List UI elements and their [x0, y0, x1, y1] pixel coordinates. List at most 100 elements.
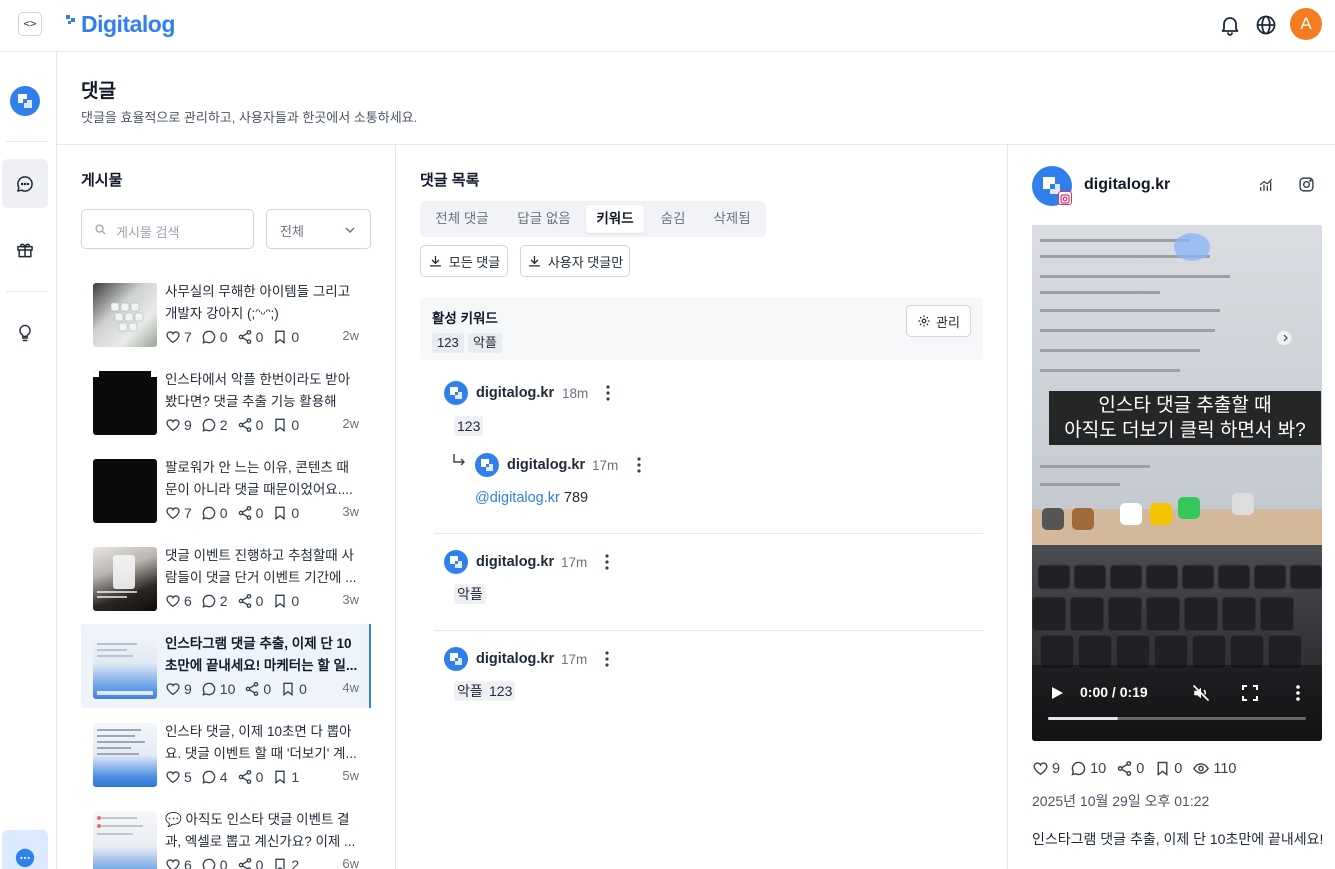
comment-avatar[interactable]	[444, 550, 468, 574]
reply-avatar[interactable]	[475, 453, 499, 477]
caption-line-2: 아직도 더보기 클릭 하면서 봐?	[1064, 420, 1306, 441]
post-age: 4w	[342, 680, 359, 695]
comments-title: 댓글 목록	[420, 172, 480, 189]
comment-icon	[202, 858, 216, 869]
comment-count: 10	[1090, 760, 1107, 777]
post-caption: 인스타그램 댓글 추출, 이제 단 10초만에 끝내세요!	[1032, 831, 1324, 847]
caption-line-1: 인스타 댓글 추출할 때	[1098, 395, 1272, 416]
like-count: 9	[184, 417, 192, 433]
post-item[interactable]: 댓글 이벤트 진행하고 추첨할때 사람들이 댓글 단거 이벤트 기간에 ... …	[81, 536, 371, 620]
post-item[interactable]: 💬 아직도 인스타 댓글 이벤트 결과, 엑셀로 뽑고 계신가요? 이제 ...…	[81, 800, 371, 869]
bookmark-icon	[275, 506, 286, 520]
download-all-button[interactable]: 모든 댓글	[420, 245, 508, 277]
comment-icon	[1071, 761, 1086, 776]
chevron-down-icon	[345, 227, 355, 234]
posts-title: 게시물	[81, 172, 123, 189]
share-count: 0	[255, 769, 264, 785]
comment-icon	[202, 594, 216, 608]
like-count: 7	[184, 329, 192, 345]
tab-no-replies[interactable]: 답글 없음	[506, 205, 582, 233]
app-logo[interactable]: Digitalog	[66, 9, 175, 39]
keywords-title: 활성 키워드	[432, 311, 498, 326]
tab-all-comments[interactable]: 전체 댓글	[424, 205, 500, 233]
download-user-label: 사용자 댓글만	[547, 254, 624, 270]
more-options-icon[interactable]	[631, 456, 647, 474]
post-item[interactable]: 팔로워가 안 느는 이유, 콘텐츠 때문이 아니라 댓글 때문이었어요.... …	[81, 448, 371, 532]
left-rail	[0, 52, 57, 869]
share-count: 0	[263, 681, 272, 697]
globe-icon[interactable]	[1254, 13, 1278, 37]
post-stats: 7 0 0 0 2w	[165, 328, 359, 346]
keyword-chip: 악플	[468, 333, 502, 353]
post-title: 인스타에서 악플 한번이라도 받아봤다면? 댓글 추출 기능 활용해보...	[165, 372, 351, 409]
support-chat-button[interactable]	[2, 830, 48, 869]
user-avatar[interactable]: A	[1290, 8, 1322, 40]
logo-mark-icon	[66, 15, 80, 33]
post-age: 3w	[342, 592, 359, 607]
reply-mention[interactable]: @digitalog.kr	[475, 490, 560, 506]
post-search-input[interactable]: 게시물 검색	[81, 209, 254, 249]
comment-divider	[434, 533, 983, 534]
comment-count: 0	[219, 505, 228, 521]
rail-item-tips[interactable]	[2, 308, 48, 357]
account-name[interactable]: digitalog.kr	[1084, 176, 1170, 194]
post-thumbnail	[93, 723, 157, 787]
post-video-player[interactable]: 인스타 댓글 추출할 때 아직도 더보기 클릭 하면서 봐? 0:00 / 0:…	[1032, 225, 1322, 741]
more-options-icon[interactable]	[599, 553, 615, 571]
more-options-icon[interactable]	[599, 650, 615, 668]
top-bar: <> Digitalog A	[0, 0, 1335, 52]
post-date: 2025년 10월 29일 오후 01:22	[1032, 793, 1210, 809]
carousel-next-icon	[1278, 331, 1292, 345]
reply-arrow-icon	[453, 454, 465, 466]
post-stats: 9 10 0 0 4w	[165, 680, 359, 698]
comment-tabs: 전체 댓글 답글 없음 키워드 숨김 삭제됨	[420, 201, 766, 237]
tab-deleted[interactable]: 삭제됨	[702, 205, 762, 233]
bookmark-icon	[275, 418, 286, 432]
comment-author[interactable]: digitalog.kr	[476, 651, 554, 667]
bookmark-icon	[275, 858, 286, 869]
chat-bubble-icon	[15, 848, 35, 868]
comment-avatar[interactable]	[444, 381, 468, 405]
filter-value: 전체	[280, 224, 304, 239]
comment-keyword-highlight: 악플	[454, 681, 486, 701]
brand-avatar[interactable]	[10, 86, 40, 116]
post-title: 💬 아직도 인스타 댓글 이벤트 결과, 엑셀로 뽑고 계신가요? 이제 ...	[165, 812, 356, 849]
share-icon	[246, 682, 259, 696]
share-count: 0	[255, 505, 264, 521]
more-options-icon[interactable]	[600, 384, 616, 402]
bookmark-icon	[275, 330, 286, 344]
post-item-selected[interactable]: 인스타그램 댓글 추출, 이제 단 10초만에 끝내세요! 마케터는 할 일..…	[81, 624, 371, 708]
page-title: 댓글	[81, 81, 116, 102]
post-detail-stats: 9 10 0 0 110	[1032, 760, 1247, 777]
comment-avatar[interactable]	[444, 647, 468, 671]
download-user-button[interactable]: 사용자 댓글만	[520, 245, 630, 277]
gift-icon	[17, 242, 33, 257]
reply-text: @digitalog.kr 789	[475, 490, 588, 506]
manage-keywords-button[interactable]: 관리	[906, 305, 971, 337]
post-item[interactable]: 인스타에서 악플 한번이라도 받아봤다면? 댓글 추출 기능 활용해보... 9…	[81, 360, 371, 444]
video-progress-bar[interactable]	[1048, 717, 1306, 720]
bookmark-icon	[283, 682, 293, 696]
like-count: 6	[184, 857, 192, 869]
post-age: 5w	[342, 768, 359, 783]
sidebar-toggle-button[interactable]: <>	[18, 12, 42, 36]
rail-item-events[interactable]	[2, 225, 48, 274]
comment-author[interactable]: digitalog.kr	[476, 554, 554, 570]
keyword-chip: 123	[432, 333, 464, 353]
tab-hidden[interactable]: 숨김	[648, 205, 698, 233]
rail-item-comments[interactable]	[2, 159, 48, 208]
reply-author[interactable]: digitalog.kr	[507, 457, 585, 473]
comment-icon	[202, 770, 216, 784]
save-count: 0	[291, 593, 300, 609]
post-item[interactable]: 인스타 댓글, 이제 10초면 다 뽑아요. 댓글 이벤트 할 때 '더보기' …	[81, 712, 371, 796]
comment-time: 17m	[561, 555, 588, 570]
eye-icon	[1193, 763, 1210, 774]
comment-author[interactable]: digitalog.kr	[476, 385, 554, 401]
post-filter-select[interactable]: 전체	[266, 209, 371, 249]
posts-panel: 게시물 게시물 검색 전체 사무실의 무해한 아이템들 그리고 개발자 강아지 …	[57, 145, 396, 869]
comment-time: 18m	[562, 386, 589, 401]
post-item[interactable]: 사무실의 무해한 아이템들 그리고 개발자 강아지 (;ᵔᵕᵔ;) 7 0 0 …	[81, 272, 371, 356]
tab-keywords[interactable]: 키워드	[586, 205, 644, 233]
mute-icon	[1192, 684, 1210, 702]
bell-icon[interactable]	[1218, 13, 1242, 37]
